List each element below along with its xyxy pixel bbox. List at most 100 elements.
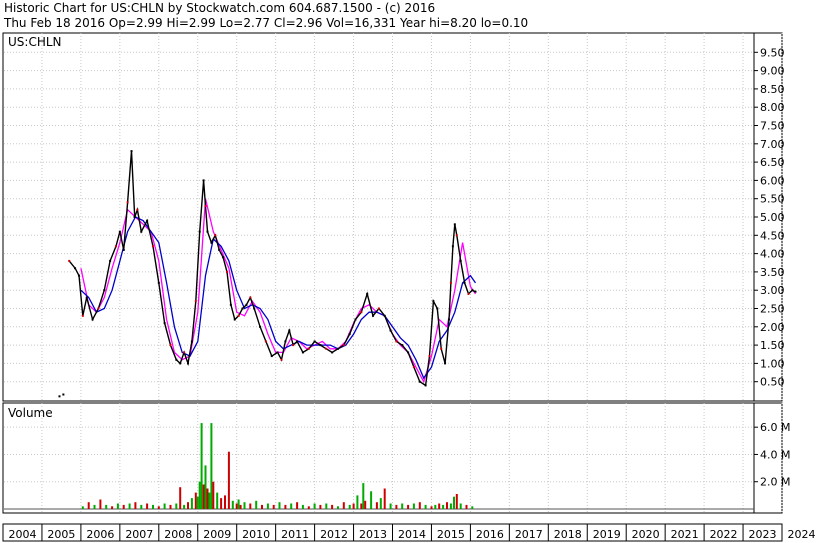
- price-point: [126, 201, 129, 204]
- x-tick-label: 2013: [359, 528, 387, 541]
- y-tick-label: 7.00: [760, 138, 785, 151]
- y-tick-label: 1.50: [760, 339, 785, 352]
- price-point: [313, 340, 316, 343]
- y-tick-label: 4.50: [760, 229, 785, 242]
- price-point: [222, 256, 225, 259]
- volume-bar: [375, 502, 378, 509]
- y-tick-label: 8.00: [760, 101, 785, 114]
- volume-bar: [356, 495, 359, 509]
- volume-bar: [307, 506, 310, 509]
- volume-bar: [179, 487, 182, 509]
- volume-bar: [453, 496, 455, 509]
- volume-bar: [208, 492, 211, 509]
- price-point: [288, 329, 291, 332]
- symbol-label: US:CHLN: [8, 35, 62, 49]
- volume-bar: [438, 503, 441, 509]
- price-point: [77, 274, 80, 277]
- volume-bar: [383, 488, 386, 509]
- volume-bar: [105, 504, 108, 509]
- volume-bar: [87, 502, 90, 509]
- x-tick-label: 2004: [8, 528, 36, 541]
- price-point: [395, 340, 398, 343]
- price-point: [360, 311, 363, 314]
- price-point: [218, 248, 221, 251]
- price-point: [225, 270, 228, 273]
- x-tick-label: 2009: [203, 528, 231, 541]
- volume-bar: [231, 500, 234, 509]
- x-tick-label: 2011: [281, 528, 309, 541]
- volume-bar: [278, 502, 281, 509]
- volume-bar: [370, 491, 373, 509]
- volume-tick-label: 4.0 M: [760, 448, 790, 461]
- volume-bar: [187, 502, 189, 509]
- price-point: [463, 281, 466, 284]
- volume-bar: [169, 504, 172, 509]
- volume-bar: [360, 503, 363, 509]
- volume-bar: [455, 494, 458, 509]
- x-tick-label: 2021: [671, 528, 699, 541]
- price-point: [432, 300, 435, 303]
- volume-bar: [202, 484, 205, 509]
- y-tick-label: 6.00: [760, 174, 785, 187]
- volume-panel-title: Volume: [8, 406, 53, 420]
- volume-bar: [255, 500, 258, 509]
- price-point: [187, 362, 190, 365]
- price-point: [383, 314, 386, 317]
- volume-bar: [325, 503, 328, 509]
- volume-tick-label: 2.0 M: [760, 476, 790, 489]
- volume-bar: [239, 504, 242, 509]
- volume-bar: [352, 503, 355, 509]
- volume-bar: [337, 506, 339, 509]
- volume-bar: [146, 503, 149, 509]
- volume-bar: [407, 504, 410, 509]
- price-point: [467, 292, 470, 295]
- y-tick-label: 9.50: [760, 46, 785, 59]
- volume-bar: [116, 503, 119, 509]
- price-point: [389, 329, 392, 332]
- volume-bar: [175, 503, 178, 509]
- volume-bar: [220, 498, 223, 509]
- price-point: [130, 150, 133, 153]
- y-tick-label: 8.50: [760, 83, 785, 96]
- volume-bar: [395, 504, 398, 509]
- volume-bar: [364, 500, 367, 509]
- price-point: [103, 289, 106, 292]
- volume-tick-label: 6.0 M: [760, 421, 790, 434]
- volume-bar: [194, 492, 197, 509]
- price-point: [264, 340, 267, 343]
- volume-bar: [362, 483, 365, 509]
- x-tick-label: 2022: [710, 528, 738, 541]
- price-point: [249, 296, 252, 299]
- volume-bar: [249, 503, 252, 509]
- price-point: [377, 307, 380, 310]
- volume-bar: [157, 506, 160, 509]
- price-point: [206, 230, 209, 233]
- volume-bar: [424, 504, 427, 509]
- price-point: [412, 366, 415, 369]
- y-tick-label: 2.00: [760, 321, 785, 334]
- price-point: [58, 395, 61, 398]
- volume-bar: [465, 504, 468, 509]
- price-point: [471, 289, 474, 292]
- y-tick-label: 9.00: [760, 65, 785, 78]
- price-point: [270, 355, 273, 358]
- volume-bar: [401, 503, 404, 509]
- price-point: [157, 281, 160, 284]
- x-tick-label: 2006: [86, 528, 114, 541]
- volume-bar: [227, 451, 230, 509]
- price-point: [136, 208, 139, 211]
- price-point: [449, 281, 452, 284]
- price-point: [194, 300, 197, 303]
- volume-bar: [434, 504, 437, 509]
- price-point: [68, 259, 71, 262]
- volume-bar: [198, 481, 201, 509]
- price-point: [245, 303, 248, 306]
- y-tick-label: 1.00: [760, 357, 785, 370]
- price-point: [436, 307, 439, 310]
- price-point: [325, 347, 328, 350]
- y-tick-label: 0.50: [760, 376, 785, 389]
- volume-bar: [134, 502, 137, 509]
- volume-bar: [99, 499, 102, 509]
- volume-bar: [237, 499, 240, 509]
- volume-bar: [459, 503, 462, 509]
